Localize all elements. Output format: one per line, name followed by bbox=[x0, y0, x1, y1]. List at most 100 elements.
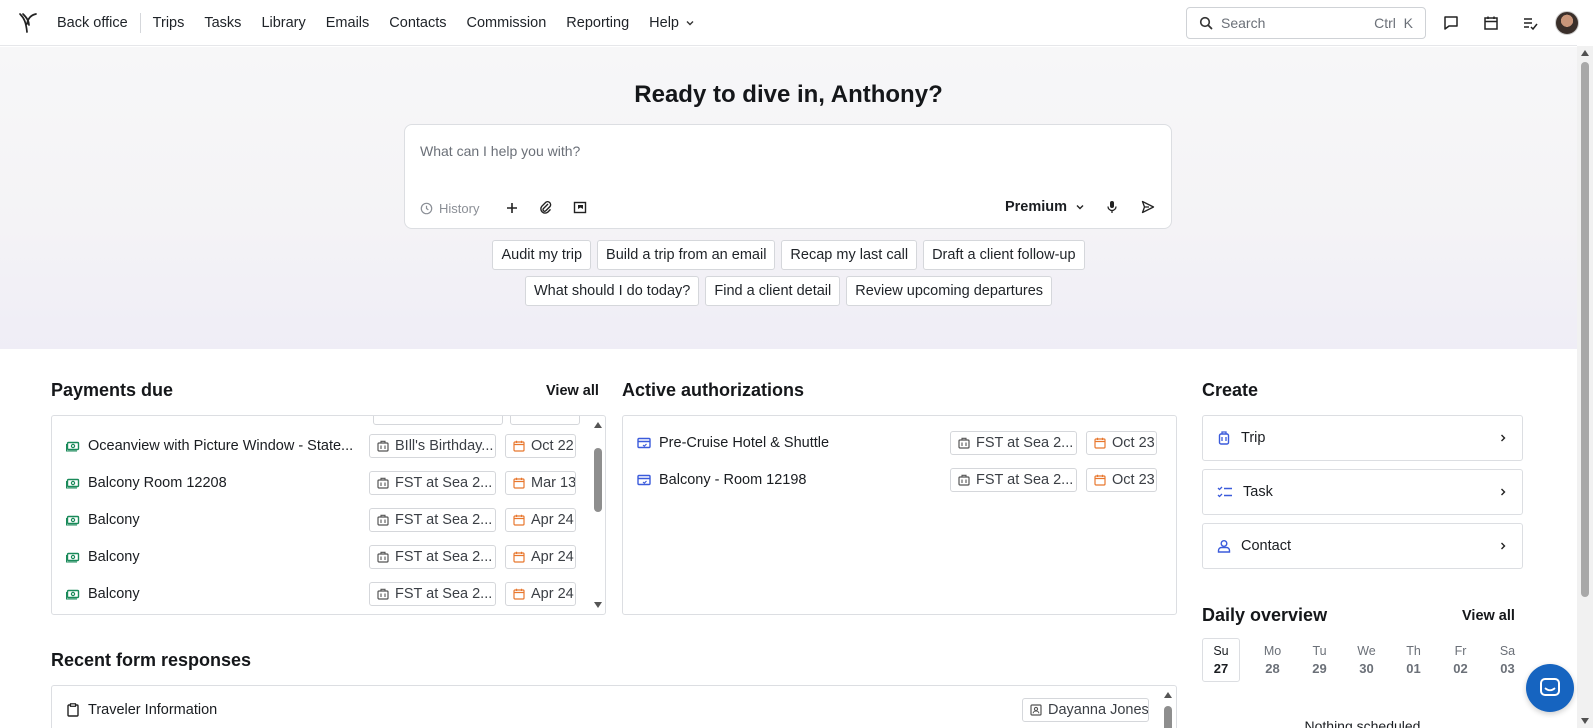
day-sa[interactable]: Sa 03 bbox=[1484, 638, 1531, 682]
form-responses-list: Traveler Information Dayanna Jones bbox=[51, 685, 1177, 728]
assistant-prompt-box[interactable]: What can I help you with? History Premiu… bbox=[404, 124, 1172, 229]
chip-find-client[interactable]: Find a client detail bbox=[705, 276, 841, 306]
nav-tasks[interactable]: Tasks bbox=[194, 15, 251, 31]
day-mo[interactable]: Mo 28 bbox=[1249, 638, 1296, 682]
scrollbar-thumb[interactable] bbox=[594, 448, 602, 512]
payment-row[interactable]: Balcony FST at Sea 2... Apr 24 bbox=[52, 508, 605, 532]
chip-recap-call[interactable]: Recap my last call bbox=[781, 240, 918, 270]
due-date: Apr 24 bbox=[531, 549, 574, 565]
paperclip-icon[interactable] bbox=[537, 199, 555, 217]
day-number: 27 bbox=[1213, 661, 1229, 676]
nav-commission[interactable]: Commission bbox=[457, 15, 557, 31]
day-number: 01 bbox=[1406, 661, 1421, 676]
day-fr[interactable]: Fr 02 bbox=[1437, 638, 1484, 682]
due-date-tag[interactable]: Oct 23 bbox=[1086, 431, 1157, 455]
suitcase-icon bbox=[377, 551, 389, 563]
clock-icon bbox=[420, 202, 433, 214]
trip-tag[interactable]: FST at Sea 2... bbox=[369, 471, 496, 495]
chevron-down-icon bbox=[686, 20, 694, 25]
due-date-tag[interactable]: Oct 23 bbox=[1086, 468, 1157, 492]
chip-review-departures[interactable]: Review upcoming departures bbox=[846, 276, 1053, 306]
template-icon[interactable] bbox=[571, 199, 589, 217]
microphone-icon[interactable] bbox=[1103, 198, 1121, 216]
chevron-right-icon bbox=[1501, 542, 1506, 550]
row-label: Balcony bbox=[88, 512, 140, 528]
nothing-scheduled-text: Nothing scheduled bbox=[1304, 718, 1421, 728]
user-avatar[interactable] bbox=[1555, 11, 1579, 35]
scroll-up-arrow[interactable] bbox=[1164, 692, 1172, 698]
create-task-button[interactable]: Task bbox=[1202, 469, 1523, 515]
payment-row[interactable]: Balcony Room 12208 FST at Sea 2... Mar 13 bbox=[52, 471, 605, 495]
trip-tag[interactable]: FST at Sea 2... bbox=[369, 508, 496, 532]
day-su[interactable]: Su 27 bbox=[1202, 638, 1240, 682]
greeting-title: Ready to dive in, Anthony? bbox=[634, 81, 943, 108]
due-date-tag[interactable]: Apr 24 bbox=[505, 545, 576, 569]
chip-build-trip[interactable]: Build a trip from an email bbox=[597, 240, 776, 270]
payments-view-all-link[interactable]: View all bbox=[546, 383, 599, 399]
nav-reporting[interactable]: Reporting bbox=[556, 15, 639, 31]
chevron-down-icon bbox=[1076, 205, 1084, 210]
nav-emails[interactable]: Emails bbox=[316, 15, 380, 31]
scroll-down-arrow[interactable] bbox=[594, 602, 602, 608]
day-th[interactable]: Th 01 bbox=[1390, 638, 1437, 682]
suitcase-icon bbox=[958, 474, 970, 486]
due-date-tag[interactable]: Apr 24 bbox=[505, 508, 576, 532]
chip-draft-followup[interactable]: Draft a client follow-up bbox=[923, 240, 1085, 270]
daily-view-all-link[interactable]: View all bbox=[1462, 608, 1515, 624]
search-input[interactable]: Search Ctrl K bbox=[1186, 7, 1426, 39]
row-label: Balcony Room 12208 bbox=[88, 475, 227, 491]
trip-tag[interactable]: FST at Sea 2... bbox=[369, 545, 496, 569]
messages-icon[interactable] bbox=[1440, 12, 1462, 34]
scroll-up-arrow[interactable] bbox=[1581, 50, 1589, 56]
payment-row[interactable]: Balcony FST at Sea 2... Apr 24 bbox=[52, 582, 605, 606]
payment-row[interactable]: Oceanview with Picture Window - State...… bbox=[52, 434, 605, 458]
trip-tag[interactable]: BIll's Birthday... bbox=[369, 434, 496, 458]
payment-row[interactable]: Balcony FST at Sea 2... Apr 24 bbox=[52, 545, 605, 569]
chip-row-2: What should I do today? Find a client de… bbox=[524, 276, 1053, 306]
chip-what-today[interactable]: What should I do today? bbox=[524, 276, 700, 306]
nav-back-office[interactable]: Back office bbox=[57, 15, 140, 31]
due-date-tag[interactable]: Mar 13 bbox=[505, 471, 576, 495]
tasks-list-icon[interactable] bbox=[1519, 12, 1541, 34]
trip-tag[interactable]: FST at Sea 2... bbox=[950, 468, 1077, 492]
day-tu[interactable]: Tu 29 bbox=[1296, 638, 1343, 682]
day-we[interactable]: We 30 bbox=[1343, 638, 1390, 682]
nav-library[interactable]: Library bbox=[251, 15, 315, 31]
trip-name: FST at Sea 2... bbox=[976, 472, 1074, 488]
create-trip-button[interactable]: Trip bbox=[1202, 415, 1523, 461]
day-of-week: We bbox=[1357, 644, 1376, 658]
trip-tag[interactable]: FST at Sea 2... bbox=[950, 431, 1077, 455]
due-date-tag[interactable]: Oct 22 bbox=[505, 434, 576, 458]
chat-support-button[interactable] bbox=[1526, 664, 1574, 712]
payments-scrollbar[interactable] bbox=[592, 420, 604, 612]
chip-audit-trip[interactable]: Audit my trip bbox=[492, 240, 592, 270]
nav-contacts[interactable]: Contacts bbox=[379, 15, 456, 31]
authorization-row[interactable]: Balcony - Room 12198 FST at Sea 2... Oct 2… bbox=[623, 468, 1176, 492]
day-of-week: Fr bbox=[1454, 644, 1467, 658]
app-logo[interactable] bbox=[17, 12, 39, 34]
history-button[interactable]: History bbox=[420, 201, 479, 216]
scrollbar-thumb[interactable] bbox=[1164, 706, 1172, 728]
authorization-row[interactable]: Pre-Cruise Hotel & Shuttle FST at Sea 2..… bbox=[623, 431, 1176, 455]
prompt-actions: Premium bbox=[1005, 198, 1157, 216]
create-contact-button[interactable]: Contact bbox=[1202, 523, 1523, 569]
form-response-row[interactable]: Traveler Information Dayanna Jones bbox=[52, 698, 1176, 722]
calendar-icon[interactable] bbox=[1480, 12, 1502, 34]
nav-trips[interactable]: Trips bbox=[153, 15, 195, 31]
scroll-down-arrow[interactable] bbox=[1581, 718, 1589, 724]
forms-scrollbar[interactable] bbox=[1162, 690, 1174, 728]
scroll-up-arrow[interactable] bbox=[594, 422, 602, 428]
page-scrollbar[interactable] bbox=[1577, 46, 1593, 728]
nav-help[interactable]: Help bbox=[639, 15, 705, 31]
clipboard-icon bbox=[65, 702, 81, 718]
due-date-tag[interactable]: Apr 24 bbox=[505, 582, 576, 606]
day-number: 02 bbox=[1453, 661, 1468, 676]
send-icon[interactable] bbox=[1139, 198, 1157, 216]
suggestion-chips: Audit my trip Build a trip from an email… bbox=[0, 240, 1577, 306]
contact-tag[interactable]: Dayanna Jones bbox=[1022, 698, 1149, 722]
model-select[interactable]: Premium bbox=[1005, 199, 1085, 215]
contact-card-icon bbox=[1030, 704, 1042, 716]
scrollbar-thumb[interactable] bbox=[1581, 62, 1589, 597]
plus-icon[interactable] bbox=[503, 199, 521, 217]
trip-tag[interactable]: FST at Sea 2... bbox=[369, 582, 496, 606]
